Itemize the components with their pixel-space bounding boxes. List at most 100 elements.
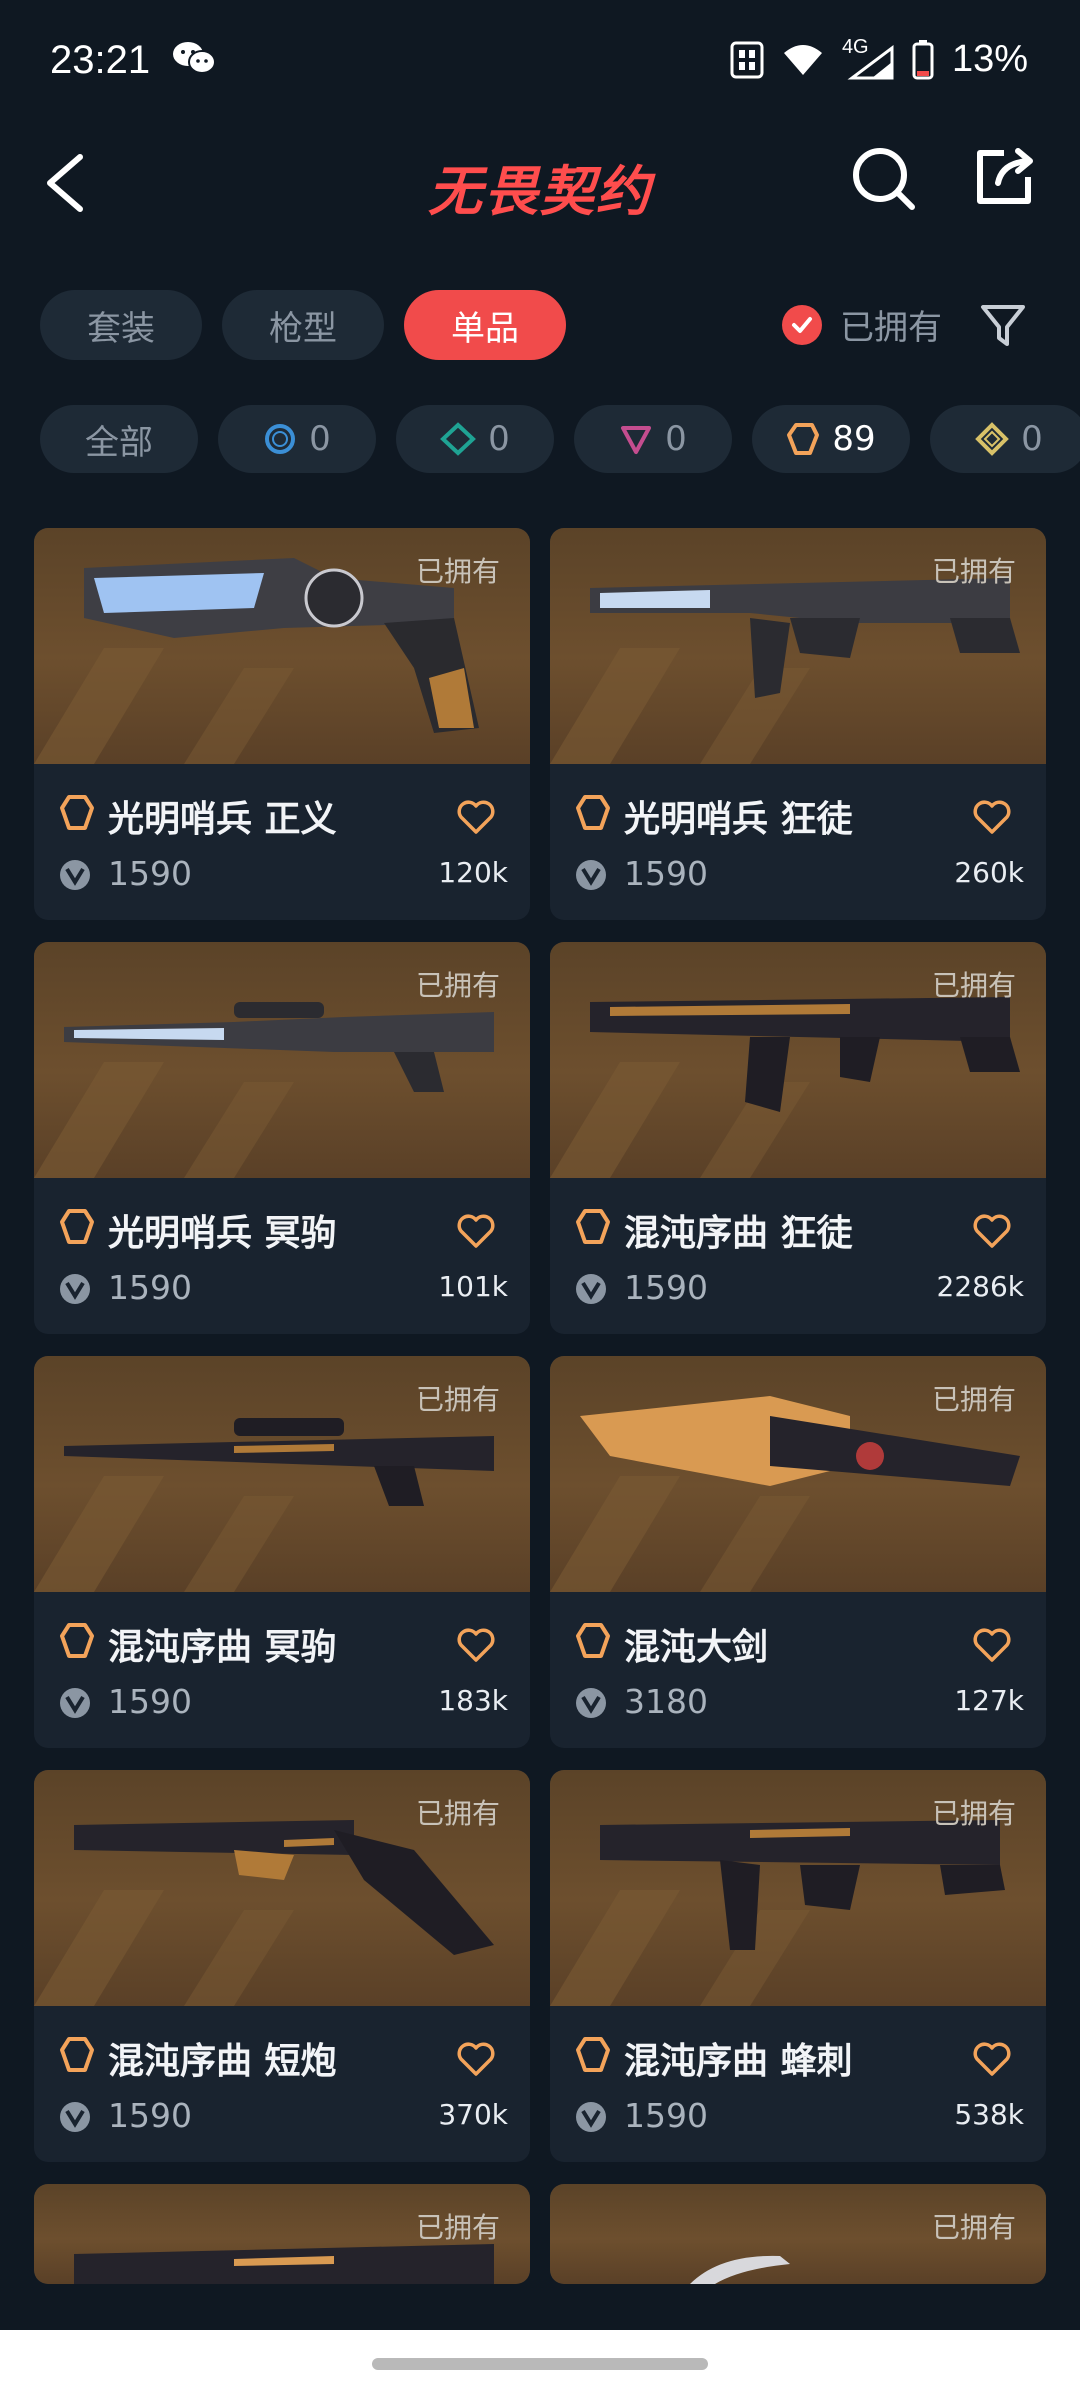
heart-icon[interactable] [972, 2040, 1012, 2078]
share-icon[interactable] [970, 143, 1038, 211]
skin-card[interactable]: 已拥有 混沌序曲 短炮 1590 370k [34, 1770, 530, 2162]
heart-icon[interactable] [456, 798, 496, 836]
skin-price: 1590 [624, 2096, 708, 2135]
weapon-image: 已拥有 [550, 528, 1046, 764]
chip-count: 0 [488, 419, 510, 459]
vp-currency-icon [60, 860, 90, 890]
skin-price: 1590 [108, 2096, 192, 2135]
owned-tag: 已拥有 [415, 555, 500, 588]
chip-all[interactable]: 全部 [40, 405, 198, 473]
exclusive-tier-icon [60, 1209, 94, 1244]
owned-tag: 已拥有 [931, 969, 1016, 1002]
exclusive-tier-icon [576, 1623, 610, 1658]
chip-premium-tier[interactable]: 0 [574, 405, 732, 473]
skin-name: 光明哨兵 狂徒 [624, 799, 853, 840]
like-count: 183k [438, 1684, 508, 1717]
category-tabs: 套装 枪型 单品 [40, 290, 566, 360]
battery-icon [912, 39, 934, 79]
heart-icon[interactable] [456, 2040, 496, 2078]
chip-select-tier[interactable]: 0 [218, 405, 376, 473]
app-header: 无畏契约 [0, 125, 1080, 240]
deluxe-tier-icon [440, 422, 477, 456]
owned-tag: 已拥有 [931, 555, 1016, 588]
home-indicator[interactable] [372, 2358, 708, 2370]
skin-card[interactable]: 已拥有 光明哨兵 狂徒 1590 260k [550, 528, 1046, 920]
skin-card[interactable]: 已拥有 光明哨兵 正义 1590 120k [34, 528, 530, 920]
exclusive-tier-icon [576, 1209, 610, 1244]
heart-icon[interactable] [972, 1212, 1012, 1250]
heart-icon[interactable] [972, 1626, 1012, 1664]
skin-name: 混沌序曲 蜂刺 [624, 2041, 853, 2082]
skin-card[interactable]: 已拥有 混沌大剑 3180 127k [550, 1356, 1046, 1748]
skin-name: 混沌序曲 短炮 [108, 2041, 337, 2082]
owned-toggle[interactable]: 已拥有 [782, 300, 942, 349]
like-count: 260k [954, 856, 1024, 889]
skin-price: 1590 [624, 854, 708, 893]
skin-card[interactable]: 已拥有 光明哨兵 冥驹 1590 101k [34, 942, 530, 1334]
owned-tag: 已拥有 [931, 1797, 1016, 1830]
owned-tag: 已拥有 [415, 1797, 500, 1830]
chip-exclusive-tier[interactable]: 89 [752, 405, 910, 473]
skin-price: 1590 [108, 854, 192, 893]
skin-price: 1590 [108, 1682, 192, 1721]
cellular-signal-icon: 4G [842, 36, 894, 80]
select-tier-icon [265, 424, 296, 454]
skin-card[interactable]: 已拥有 混沌序曲 冥驹 1590 183k [34, 1356, 530, 1748]
exclusive-tier-icon [576, 795, 610, 830]
chip-deluxe-tier[interactable]: 0 [396, 405, 554, 473]
search-icon[interactable] [850, 145, 918, 213]
status-time: 23:21 [50, 38, 151, 82]
filter-icon[interactable] [978, 300, 1028, 350]
skin-card[interactable]: 已拥有 混沌序曲 蜂刺 1590 538k [550, 1770, 1046, 2162]
skin-card[interactable]: 已拥有 [34, 2184, 530, 2284]
chip-count: 0 [1021, 419, 1043, 459]
like-count: 120k [438, 856, 508, 889]
battery-percent: 13% [951, 38, 1028, 80]
status-bar: 23:21 4G 13% [0, 0, 1080, 125]
skin-card[interactable]: 已拥有 [550, 2184, 1046, 2284]
skin-price: 3180 [624, 1682, 708, 1721]
heart-icon[interactable] [456, 1626, 496, 1664]
vp-currency-icon [60, 1274, 90, 1304]
weapon-image: 已拥有 [34, 2184, 530, 2284]
vp-currency-icon [60, 2102, 90, 2132]
heart-icon[interactable] [972, 798, 1012, 836]
exclusive-tier-icon [787, 423, 820, 455]
skin-name: 光明哨兵 冥驹 [108, 1213, 337, 1254]
weapon-image: 已拥有 [550, 942, 1046, 1178]
vp-currency-icon [576, 1688, 606, 1718]
vp-currency-icon [576, 2102, 606, 2132]
tab-bundle[interactable]: 套装 [40, 290, 202, 360]
owned-tag: 已拥有 [415, 2211, 500, 2244]
exclusive-tier-icon [60, 1623, 94, 1658]
owned-tag: 已拥有 [931, 2211, 1016, 2244]
exclusive-tier-icon [60, 2037, 94, 2072]
wifi-icon [783, 44, 822, 75]
tab-weapon-type[interactable]: 枪型 [222, 290, 384, 360]
exclusive-tier-icon [60, 795, 94, 830]
owned-tag: 已拥有 [415, 1383, 500, 1416]
chip-ultra-tier[interactable]: 0 [930, 405, 1080, 473]
like-count: 101k [438, 1270, 508, 1303]
skin-price: 1590 [108, 1268, 192, 1307]
owned-tag: 已拥有 [415, 969, 500, 1002]
owned-label: 已拥有 [840, 308, 942, 348]
wechat-icon [173, 42, 216, 74]
skin-card[interactable]: 已拥有 混沌序曲 狂徒 1590 2286k [550, 942, 1046, 1334]
weapon-image: 已拥有 [34, 1356, 530, 1592]
skin-price: 1590 [624, 1268, 708, 1307]
heart-icon[interactable] [456, 1212, 496, 1250]
nfc-icon [730, 41, 764, 78]
premium-tier-icon [621, 426, 652, 454]
like-count: 370k [438, 2098, 508, 2131]
weapon-image: 已拥有 [550, 1770, 1046, 2006]
weapon-image: 已拥有 [550, 1356, 1046, 1592]
skin-name: 混沌序曲 狂徒 [624, 1213, 853, 1254]
like-count: 538k [954, 2098, 1024, 2131]
weapon-image: 已拥有 [550, 2184, 1046, 2284]
weapon-image: 已拥有 [34, 528, 530, 764]
vp-currency-icon [576, 1274, 606, 1304]
skin-name: 光明哨兵 正义 [108, 799, 337, 840]
tab-single-item[interactable]: 单品 [404, 290, 566, 360]
chip-count: 0 [665, 419, 687, 459]
